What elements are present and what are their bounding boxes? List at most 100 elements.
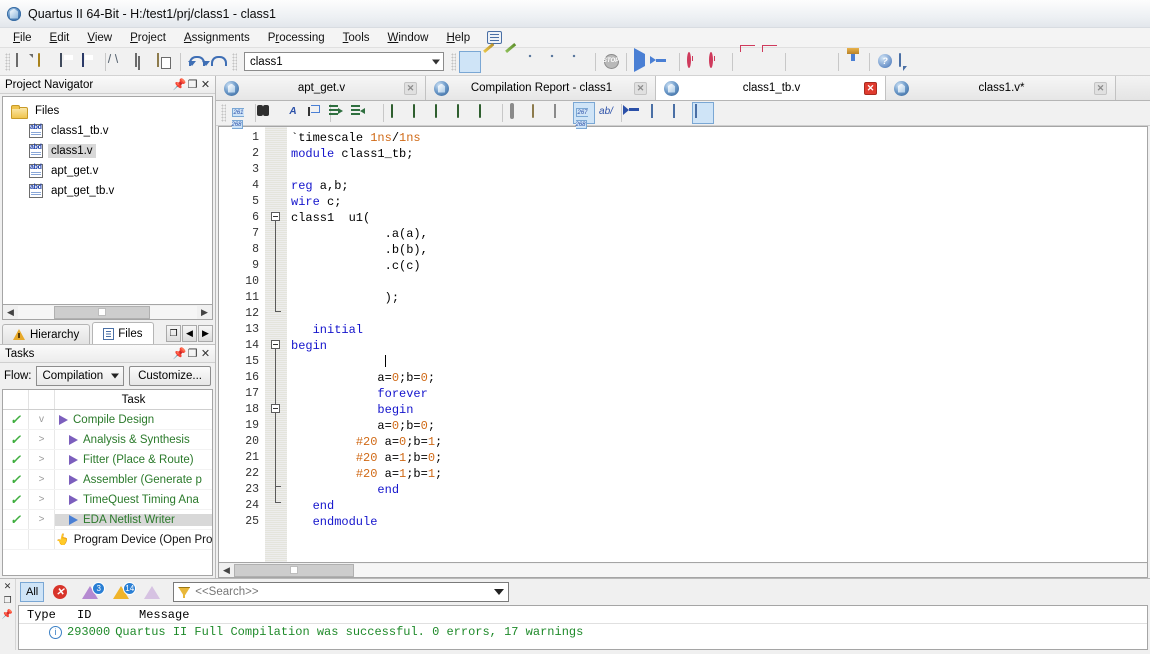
- project-revision-combo[interactable]: class1: [244, 52, 444, 71]
- task-expander[interactable]: >: [29, 510, 55, 529]
- paste-icon[interactable]: [154, 51, 176, 73]
- menu-view[interactable]: View: [78, 30, 121, 46]
- tab-scroll-left-icon[interactable]: ◀: [182, 325, 197, 342]
- scroll-left-icon[interactable]: ◀: [219, 564, 234, 577]
- table-row[interactable]: ✓ v Compile Design: [3, 410, 212, 430]
- tree-root-files[interactable]: Files: [3, 101, 212, 121]
- decrease-indent-icon[interactable]: [357, 102, 379, 124]
- goto-icon[interactable]: [626, 102, 648, 124]
- table-row[interactable]: ✓ > Fitter (Place & Route): [3, 450, 212, 470]
- doc-tab-compilation-report[interactable]: Compilation Report - class1 ✕: [426, 76, 656, 100]
- restore-icon[interactable]: ❐: [166, 325, 181, 342]
- line-numbers-icon[interactable]: 267 268: [573, 102, 595, 129]
- task-cell[interactable]: EDA Netlist Writer: [55, 513, 212, 526]
- message-balloon-icon[interactable]: [896, 51, 918, 73]
- menu-edit[interactable]: Edit: [41, 30, 79, 46]
- timing-analyzer-icon[interactable]: [684, 51, 706, 73]
- project-navigator-body[interactable]: Files class1_tb.v class1.v apt_get.v apt…: [2, 96, 213, 305]
- scroll-thumb[interactable]: [54, 305, 150, 319]
- toolbar-grip[interactable]: [221, 104, 226, 122]
- tab-files[interactable]: Files: [92, 322, 154, 344]
- chevron-down-icon[interactable]: [432, 59, 440, 64]
- new-file-icon[interactable]: [13, 51, 35, 73]
- scroll-track[interactable]: [18, 305, 197, 319]
- restore-icon[interactable]: ❐: [186, 347, 199, 361]
- help-icon[interactable]: ?: [874, 51, 896, 73]
- task-cell[interactable]: TimeQuest Timing Ana: [55, 494, 212, 506]
- menu-file[interactable]: File: [4, 30, 41, 46]
- menu-help[interactable]: Help: [437, 30, 479, 46]
- task-cell[interactable]: Fitter (Place & Route): [55, 454, 212, 466]
- device-icon[interactable]: [843, 51, 865, 73]
- word-wrap-icon[interactable]: ab/: [595, 102, 617, 124]
- classic-timing-icon[interactable]: [706, 51, 728, 73]
- tasks-grid[interactable]: Task ✓ v Compile Design ✓ > Analysis & S…: [2, 389, 213, 576]
- menu-processing[interactable]: Processing: [259, 30, 334, 46]
- waveform-in-icon[interactable]: [737, 51, 759, 73]
- table-row[interactable]: ✓ > EDA Netlist Writer: [3, 510, 212, 530]
- fold-toggle[interactable]: [271, 404, 280, 413]
- insert-file-alt-icon[interactable]: [410, 102, 432, 124]
- list-item[interactable]: class1.v: [3, 141, 212, 161]
- programmer-icon[interactable]: [790, 51, 812, 73]
- close-icon[interactable]: ✕: [199, 347, 212, 361]
- doc-tab-class1[interactable]: class1.v* ✕: [886, 76, 1116, 100]
- redo-icon[interactable]: [207, 51, 229, 73]
- menu-window[interactable]: Window: [379, 30, 438, 46]
- tab-hierarchy[interactable]: Hierarchy: [2, 324, 91, 344]
- signature-icon[interactable]: [551, 102, 573, 124]
- table-row[interactable]: 👆 Program Device (Open Pro: [3, 530, 212, 550]
- task-expander[interactable]: [29, 530, 55, 549]
- toolbar-grip[interactable]: [232, 52, 237, 71]
- chevron-down-icon[interactable]: [494, 589, 505, 595]
- menu-project[interactable]: Project: [121, 30, 175, 46]
- scroll-thumb[interactable]: [234, 563, 354, 577]
- goto-line-icon[interactable]: [304, 102, 326, 124]
- task-cell[interactable]: Assembler (Generate p: [55, 474, 212, 486]
- fitter-icon[interactable]: [525, 51, 547, 73]
- remove-comment-icon[interactable]: [476, 102, 498, 124]
- task-cell[interactable]: Compile Design: [55, 414, 212, 426]
- close-icon[interactable]: ✕: [199, 78, 212, 92]
- analysis-synthesis-icon[interactable]: [481, 51, 503, 73]
- eda-netlist-writer-icon[interactable]: [569, 51, 591, 73]
- table-row[interactable]: i 293000 Quartus II Full Compilation was…: [19, 624, 1147, 640]
- doc-view-1-icon[interactable]: [648, 102, 670, 124]
- editor-hscrollbar[interactable]: ◀: [218, 563, 1148, 578]
- menu-assignments[interactable]: Assignments: [175, 30, 259, 46]
- code-folding-column[interactable]: [265, 127, 287, 562]
- doc-tab-class1-tb[interactable]: class1_tb.v ✕: [656, 76, 886, 100]
- save-all-icon[interactable]: [79, 51, 101, 73]
- messages-table[interactable]: Type ID Message i 293000 Quartus II Full…: [18, 605, 1148, 650]
- close-icon-red[interactable]: ✕: [864, 81, 877, 95]
- waveform-out-icon[interactable]: [759, 51, 781, 73]
- chevron-down-icon[interactable]: [111, 373, 120, 379]
- open-file-icon[interactable]: [35, 51, 57, 73]
- task-expander[interactable]: >: [29, 430, 55, 449]
- task-cell[interactable]: 👆 Program Device (Open Pro: [55, 533, 212, 547]
- uncomment-icon[interactable]: [454, 102, 476, 124]
- task-expander[interactable]: >: [29, 470, 55, 489]
- find-replace-icon[interactable]: A: [282, 102, 304, 124]
- toolbar-grip[interactable]: [5, 52, 10, 71]
- bookmark-icon[interactable]: [507, 102, 529, 124]
- toolbar-grip[interactable]: [451, 52, 456, 71]
- table-row[interactable]: ✓ > Analysis & Synthesis: [3, 430, 212, 450]
- filter-warning-button[interactable]: 14: [107, 582, 137, 602]
- close-icon[interactable]: ✕: [404, 81, 417, 95]
- task-expander[interactable]: >: [29, 450, 55, 469]
- doc-tab-apt-get[interactable]: apt_get.v ✕: [216, 76, 426, 100]
- scroll-icon[interactable]: [529, 102, 551, 124]
- filter-critical-warning-button[interactable]: 3: [76, 582, 106, 602]
- restore-icon[interactable]: ❐: [3, 595, 11, 606]
- task-expander[interactable]: >: [29, 490, 55, 509]
- pin-icon[interactable]: 📌: [173, 78, 187, 92]
- insert-file-icon[interactable]: [388, 102, 410, 124]
- list-item[interactable]: apt_get_tb.v: [3, 181, 212, 201]
- assembler-icon[interactable]: [547, 51, 569, 73]
- analysis-elaboration-icon[interactable]: [503, 51, 525, 73]
- flow-select[interactable]: Compilation: [36, 366, 125, 386]
- search-input[interactable]: <<Search>>: [173, 582, 510, 602]
- restore-icon[interactable]: ❐: [186, 78, 199, 92]
- filter-info-button[interactable]: [138, 582, 166, 602]
